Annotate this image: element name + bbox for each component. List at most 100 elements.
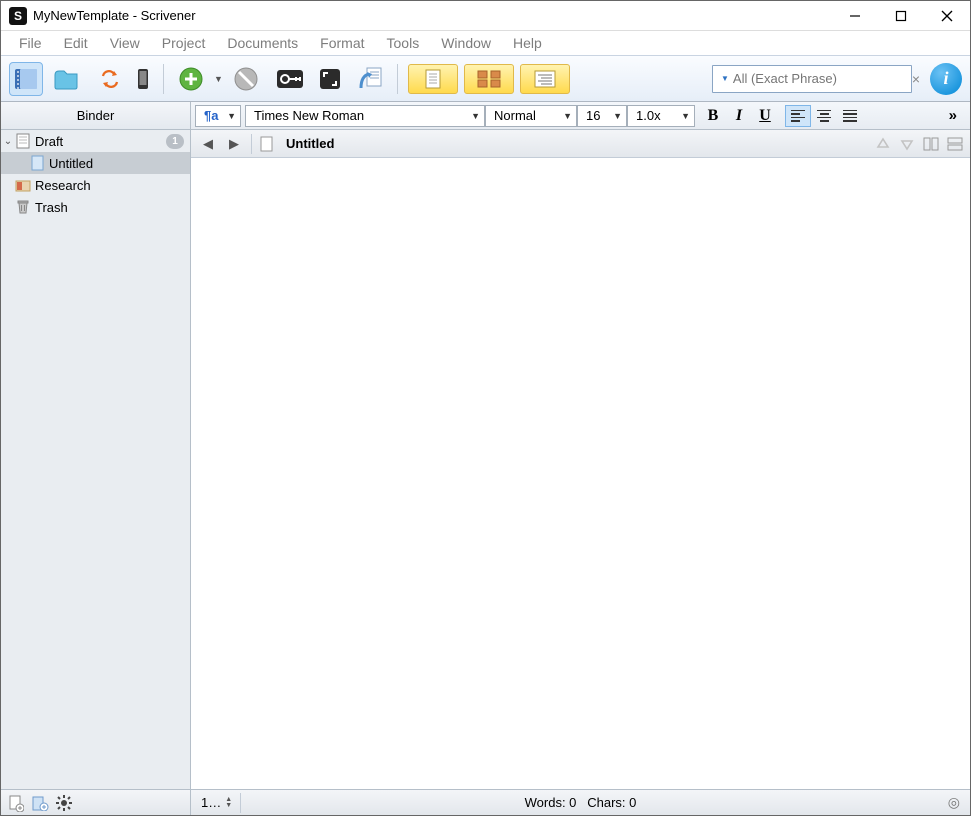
menu-view[interactable]: View <box>100 33 150 53</box>
menu-bar: File Edit View Project Documents Format … <box>1 31 970 55</box>
targets-button[interactable]: ◎ <box>948 794 960 811</box>
align-center-button[interactable] <box>811 105 837 127</box>
menu-help[interactable]: Help <box>503 33 552 53</box>
draft-folder-icon <box>15 133 31 149</box>
research-folder-icon <box>15 177 31 193</box>
page-stepper[interactable]: ▲▼ <box>225 797 232 809</box>
menu-documents[interactable]: Documents <box>217 33 308 53</box>
inspector-toggle-button[interactable]: i <box>930 63 962 95</box>
window-title: MyNewTemplate - Scrivener <box>33 8 832 23</box>
menu-format[interactable]: Format <box>310 33 374 53</box>
editor-footer: 1… ▲▼ Words: 0 Chars: 0 ◎ <box>191 790 970 815</box>
font-family-dropdown[interactable]: Times New Roman▼ <box>245 105 485 127</box>
pilcrow-icon: ¶a <box>204 108 218 123</box>
binder-header: Binder <box>1 102 191 129</box>
binder-toggle-button[interactable] <box>9 62 43 96</box>
trash-button[interactable] <box>229 62 263 96</box>
view-corkboard-button[interactable] <box>464 64 514 94</box>
binder-item-trash[interactable]: Trash <box>1 196 190 218</box>
search-box[interactable]: ▼ × <box>712 65 912 93</box>
split-horizontal-button[interactable] <box>946 135 964 153</box>
font-style-value: Normal <box>494 108 536 123</box>
binder-settings-button[interactable] <box>55 794 73 812</box>
view-outline-button[interactable] <box>520 64 570 94</box>
align-left-button[interactable] <box>785 105 811 127</box>
zoom-dropdown[interactable]: 1.0x▼ <box>627 105 695 127</box>
align-center-icon <box>817 110 831 122</box>
next-doc-button[interactable] <box>898 135 916 153</box>
prev-doc-button[interactable] <box>874 135 892 153</box>
binder-item-draft[interactable]: ⌄ Draft 1 <box>1 130 190 152</box>
font-family-value: Times New Roman <box>254 108 364 123</box>
binder-item-untitled[interactable]: Untitled <box>1 152 190 174</box>
binder-item-label: Untitled <box>49 156 93 171</box>
format-overflow-button[interactable]: » <box>941 107 966 124</box>
nav-forward-button[interactable]: ▶ <box>223 134 245 154</box>
underline-button[interactable]: U <box>753 105 777 127</box>
editor-pane: ◀ ▶ Untitled <box>191 130 970 789</box>
new-text-button[interactable] <box>7 794 25 812</box>
chars-label: Chars: 0 <box>587 795 636 810</box>
add-button[interactable] <box>174 62 208 96</box>
binder-footer <box>1 790 191 815</box>
toolbar-separator <box>397 64 398 94</box>
search-clear-button[interactable]: × <box>909 71 923 87</box>
menu-edit[interactable]: Edit <box>54 33 98 53</box>
document-icon <box>258 136 274 152</box>
word-char-count: Words: 0 Chars: 0 <box>525 795 637 810</box>
search-caret[interactable]: ▼ <box>721 74 729 83</box>
close-button[interactable] <box>924 1 970 30</box>
split-vertical-button[interactable] <box>922 135 940 153</box>
font-size-value: 16 <box>586 108 600 123</box>
binder-panel: ⌄ Draft 1 Untitled Research <box>1 130 191 789</box>
title-bar: S MyNewTemplate - Scrivener <box>1 1 970 31</box>
binder-item-label: Research <box>35 178 91 193</box>
sync-button[interactable] <box>93 62 127 96</box>
font-size-dropdown[interactable]: 16▼ <box>577 105 627 127</box>
collections-button[interactable] <box>49 62 83 96</box>
bold-button[interactable]: B <box>701 105 725 127</box>
words-label: Words: 0 <box>525 795 577 810</box>
disclosure-triangle-icon[interactable]: ⌄ <box>1 136 15 147</box>
main-body: ⌄ Draft 1 Untitled Research <box>1 130 970 789</box>
mobile-sync-button[interactable] <box>133 62 153 96</box>
new-folder-button[interactable] <box>31 794 49 812</box>
minimize-button[interactable] <box>832 1 878 30</box>
menu-project[interactable]: Project <box>152 33 216 53</box>
styles-dropdown[interactable]: ¶a▼ <box>195 105 241 127</box>
app-icon: S <box>9 7 27 25</box>
document-icon <box>29 155 45 171</box>
window-controls <box>832 1 970 30</box>
binder-item-research[interactable]: Research <box>1 174 190 196</box>
item-count-badge: 1 <box>166 134 184 149</box>
header-separator <box>251 134 252 154</box>
binder-item-label: Trash <box>35 200 68 215</box>
menu-window[interactable]: Window <box>431 33 501 53</box>
nav-back-button[interactable]: ◀ <box>197 134 219 154</box>
fullscreen-button[interactable] <box>313 62 347 96</box>
menu-tools[interactable]: Tools <box>377 33 430 53</box>
format-bar: Binder ¶a▼ Times New Roman▼ Normal▼ 16▼ … <box>1 102 970 130</box>
menu-file[interactable]: File <box>9 33 52 53</box>
keywords-button[interactable] <box>273 62 307 96</box>
maximize-button[interactable] <box>878 1 924 30</box>
zoom-value: 1.0x <box>636 108 661 123</box>
format-controls: ¶a▼ Times New Roman▼ Normal▼ 16▼ 1.0x▼ B… <box>191 102 970 129</box>
font-style-dropdown[interactable]: Normal▼ <box>485 105 577 127</box>
align-justify-icon <box>843 110 857 122</box>
editor-header: ◀ ▶ Untitled <box>191 130 970 158</box>
editor-text-area[interactable] <box>191 158 970 789</box>
toolbar-separator <box>163 64 164 94</box>
binder-item-label: Draft <box>35 134 63 149</box>
add-dropdown-caret[interactable]: ▼ <box>214 74 223 84</box>
status-bar: 1… ▲▼ Words: 0 Chars: 0 ◎ <box>1 789 970 815</box>
search-input[interactable] <box>733 71 909 86</box>
italic-button[interactable]: I <box>727 105 751 127</box>
editor-document-title[interactable]: Untitled <box>286 136 334 151</box>
align-justify-button[interactable] <box>837 105 863 127</box>
view-document-button[interactable] <box>408 64 458 94</box>
main-toolbar: ▼ <box>1 55 970 102</box>
page-indicator[interactable]: 1… <box>191 795 221 810</box>
trash-icon <box>15 199 31 215</box>
compose-button[interactable] <box>353 62 387 96</box>
